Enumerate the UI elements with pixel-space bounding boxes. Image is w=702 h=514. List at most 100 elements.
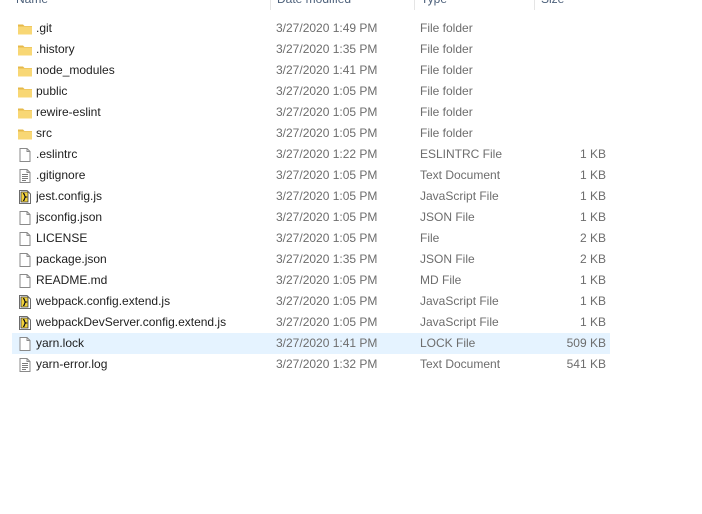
file-type: File folder (420, 84, 473, 98)
text-document-icon (17, 168, 33, 184)
script-file-icon (17, 294, 33, 310)
file-icon-cell (17, 60, 33, 81)
file-type: File folder (420, 63, 473, 77)
file-date-modified: 3/27/2020 1:32 PM (276, 357, 378, 371)
file-icon-cell (17, 123, 33, 144)
file-row[interactable]: .git 3/27/2020 1:49 PM File folder (12, 18, 610, 39)
file-list: .git 3/27/2020 1:49 PM File folder .history… (12, 18, 610, 375)
file-icon-cell (17, 81, 33, 102)
file-type: JavaScript File (420, 315, 499, 329)
file-size: 1 KB (579, 294, 606, 308)
file-row[interactable]: node_modules 3/27/2020 1:41 PM File folder (12, 60, 610, 81)
file-date-modified: 3/27/2020 1:22 PM (276, 147, 378, 161)
file-name: .gitignore (36, 168, 86, 182)
file-date-modified: 3/27/2020 1:41 PM (276, 63, 378, 77)
file-date-modified: 3/27/2020 1:05 PM (276, 126, 378, 140)
folder-icon (17, 84, 33, 100)
file-date-modified: 3/27/2020 1:05 PM (276, 294, 378, 308)
file-name: webpackDevServer.config.extend.js (36, 315, 227, 329)
file-name: yarn.lock (36, 336, 85, 350)
file-type: File (420, 231, 440, 245)
file-name: .history (36, 42, 75, 56)
file-row[interactable]: jest.config.js 3/27/2020 1:05 PM JavaScrip… (12, 186, 610, 207)
file-date-modified: 3/27/2020 1:05 PM (276, 189, 378, 203)
file-icon-cell (17, 291, 33, 312)
file-row[interactable]: webpack.config.extend.js 3/27/2020 1:05 P… (12, 291, 610, 312)
file-date-modified: 3/27/2020 1:05 PM (276, 315, 378, 329)
file-icon-cell (17, 186, 33, 207)
folder-icon (17, 105, 33, 121)
script-file-icon (17, 315, 33, 331)
file-icon (17, 231, 33, 247)
file-size: 541 KB (566, 357, 606, 371)
file-icon-cell (17, 165, 33, 186)
file-icon (17, 336, 33, 352)
file-type: JavaScript File (420, 189, 499, 203)
file-row[interactable]: yarn.lock 3/27/2020 1:41 PM LOCK File 509 K… (12, 333, 610, 354)
file-size (532, 123, 606, 144)
file-name: webpack.config.extend.js (36, 294, 171, 308)
file-date-modified: 3/27/2020 1:05 PM (276, 168, 378, 182)
file-date-modified: 3/27/2020 1:05 PM (276, 105, 378, 119)
file-size (532, 18, 606, 39)
file-icon (17, 210, 33, 226)
file-row[interactable]: .gitignore 3/27/2020 1:05 PM Text Document… (12, 165, 610, 186)
file-icon-cell (17, 144, 33, 165)
file-type: LOCK File (420, 336, 476, 350)
file-type: MD File (420, 273, 462, 287)
file-row[interactable]: LICENSE 3/27/2020 1:05 PM File 2 KB (12, 228, 610, 249)
file-type: JSON File (420, 252, 475, 266)
file-type: Text Document (420, 168, 501, 182)
column-header-size[interactable]: Size (534, 0, 614, 10)
file-date-modified: 3/27/2020 1:41 PM (276, 336, 378, 350)
file-size (532, 81, 606, 102)
file-size: 1 KB (579, 273, 606, 287)
file-size (532, 60, 606, 81)
script-file-icon (17, 189, 33, 205)
file-size (532, 39, 606, 60)
file-name: jest.config.js (36, 189, 103, 203)
file-row[interactable]: webpackDevServer.config.extend.js 3/27/20… (12, 312, 610, 333)
file-size: 2 KB (579, 252, 606, 266)
folder-icon (17, 42, 33, 58)
file-row[interactable]: yarn-error.log 3/27/2020 1:32 PM Text Docu… (12, 354, 610, 375)
column-header-type[interactable]: Type (414, 0, 534, 10)
file-date-modified: 3/27/2020 1:49 PM (276, 21, 378, 35)
file-row[interactable]: jsconfig.json 3/27/2020 1:05 PM JSON File 1… (12, 207, 610, 228)
file-icon (17, 252, 33, 268)
file-date-modified: 3/27/2020 1:05 PM (276, 273, 378, 287)
file-icon (17, 273, 33, 289)
folder-icon (17, 63, 33, 79)
file-icon-cell (17, 333, 33, 354)
file-row[interactable]: README.md 3/27/2020 1:05 PM MD File 1 KB (12, 270, 610, 291)
file-name: package.json (36, 252, 107, 266)
file-name: node_modules (36, 63, 115, 77)
file-row[interactable]: rewire-eslint 3/27/2020 1:05 PM File folde… (12, 102, 610, 123)
file-date-modified: 3/27/2020 1:35 PM (276, 252, 378, 266)
file-name: README.md (36, 273, 108, 287)
file-name: .eslintrc (36, 147, 78, 161)
file-row[interactable]: .history 3/27/2020 1:35 PM File folder (12, 39, 610, 60)
file-row[interactable]: src 3/27/2020 1:05 PM File folder (12, 123, 610, 144)
file-row[interactable]: public 3/27/2020 1:05 PM File folder (12, 81, 610, 102)
file-explorer: Name Date modified Type Size .git 3/27/20… (0, 0, 702, 514)
file-size: 1 KB (579, 189, 606, 203)
file-size: 2 KB (579, 231, 606, 245)
file-name: LICENSE (36, 231, 88, 245)
file-icon-cell (17, 270, 33, 291)
file-icon-cell (17, 312, 33, 333)
file-row[interactable]: .eslintrc 3/27/2020 1:22 PM ESLINTRC File 1… (12, 144, 610, 165)
file-size: 1 KB (579, 210, 606, 224)
file-size: 1 KB (579, 315, 606, 329)
file-name: src (36, 126, 52, 140)
file-icon-cell (17, 249, 33, 270)
file-date-modified: 3/27/2020 1:35 PM (276, 42, 378, 56)
file-row[interactable]: package.json 3/27/2020 1:35 PM JSON File 2 … (12, 249, 610, 270)
column-header-name[interactable]: Name (10, 0, 270, 10)
column-header-date-modified[interactable]: Date modified (270, 0, 414, 10)
file-icon-cell (17, 18, 33, 39)
file-type: JavaScript File (420, 294, 499, 308)
file-size: 1 KB (579, 147, 606, 161)
text-document-icon (17, 357, 33, 373)
file-type: JSON File (420, 210, 475, 224)
